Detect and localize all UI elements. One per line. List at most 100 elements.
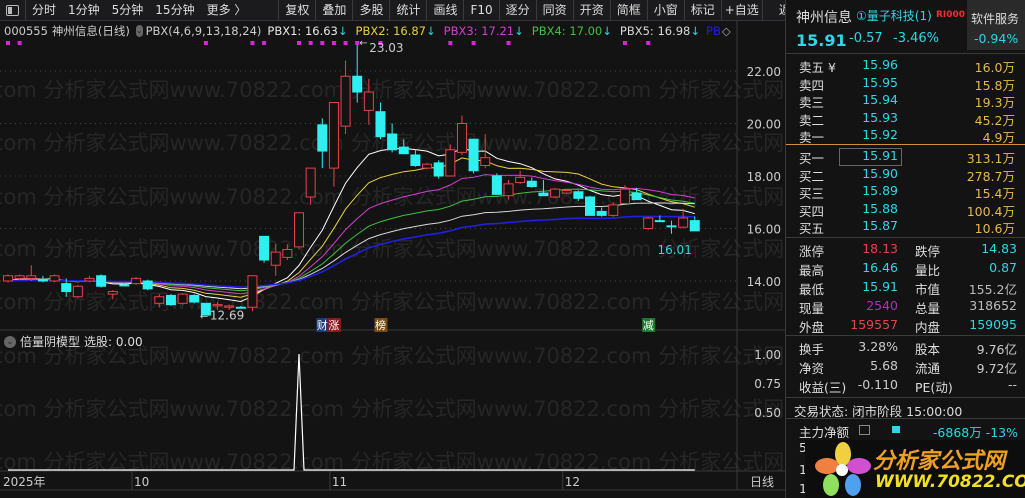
- ask-row[interactable]: 卖一 15.92 4.9万: [786, 127, 1025, 145]
- concept-link[interactable]: ①量子科技(1): [856, 7, 932, 24]
- bid-highlight: [839, 148, 902, 166]
- candle-body: [363, 91, 374, 111]
- candle-body: [585, 196, 595, 216]
- candle-body: [619, 188, 630, 205]
- candle: [259, 235, 270, 263]
- candle: [410, 149, 421, 167]
- candle: [107, 290, 118, 300]
- candle: [643, 216, 654, 230]
- bid-row[interactable]: 买三 15.89 15.4万: [786, 183, 1025, 202]
- candle: [689, 216, 700, 232]
- bid-row[interactable]: 买一 15.91 313.1万: [786, 148, 1025, 166]
- candle: [189, 294, 200, 304]
- period-label[interactable]: 日线: [750, 475, 774, 489]
- price-annotation: 12.69: [210, 308, 244, 322]
- stat-label: 换手: [799, 342, 825, 357]
- candle-body: [433, 162, 444, 177]
- candle-body: [282, 249, 293, 258]
- candle: [666, 220, 677, 234]
- level-price: 15.87: [862, 218, 898, 234]
- level-price: 15.92: [862, 127, 898, 143]
- ask-row[interactable]: 卖四 15.95 15.8万: [786, 75, 1025, 93]
- stat-label: 收益(三): [799, 380, 847, 395]
- stat-label: 市值: [915, 282, 941, 297]
- ask-row[interactable]: 卖三 15.94 19.3万: [786, 92, 1025, 110]
- list-icon[interactable]: [859, 425, 870, 435]
- level-price: 15.90: [862, 165, 898, 181]
- level-volume: 15.8万: [974, 77, 1015, 93]
- stat-value: 159095: [969, 317, 1017, 332]
- candle-body: [212, 304, 223, 307]
- candle: [131, 277, 142, 285]
- x-tick-label: 10: [134, 475, 149, 489]
- y-tick-label: 14.00: [747, 275, 781, 289]
- indicator-title[interactable]: 倍量阴模型: [20, 333, 80, 350]
- level-label: 卖二: [799, 112, 825, 128]
- stat-row: 最低 15.91 市值 155.2亿: [786, 279, 1025, 297]
- candle: [72, 284, 83, 299]
- signal-dot: [6, 41, 10, 45]
- stat-label: 流通: [915, 361, 941, 376]
- x-tick-label: 11: [332, 475, 347, 489]
- bid-row[interactable]: 买五 15.87 10.6万: [786, 218, 1025, 236]
- candle-body: [480, 157, 491, 166]
- bid-row[interactable]: 买二 15.90 278.7万: [786, 165, 1025, 184]
- ask-row[interactable]: 卖五 ¥ 15.96 16.0万: [786, 57, 1025, 75]
- main-net-label: 主力净额: [799, 425, 850, 440]
- price-chart[interactable]: 22.0020.0018.0016.0014.0023.03←12.69←16.…: [0, 0, 785, 498]
- stat-value: 18.13: [862, 241, 898, 256]
- indicator-tick-label: 0.50: [754, 406, 781, 420]
- candle-body: [608, 204, 619, 216]
- event-tag-label: 涨: [328, 319, 339, 332]
- signal-dot: [506, 41, 511, 45]
- candle: [26, 265, 37, 281]
- x-tick-label: 12: [565, 475, 580, 489]
- stat-label: 跌停: [915, 244, 941, 259]
- candle-body: [72, 285, 83, 298]
- pbx1-line: [7, 147, 695, 303]
- candle: [154, 294, 165, 308]
- level-label: 卖四: [799, 77, 825, 93]
- candle: [526, 177, 537, 188]
- candle-body: [26, 275, 37, 279]
- candle-body: [526, 180, 537, 187]
- level-price: 15.94: [862, 92, 898, 108]
- stat-row: 外盘 159557 内盘 159095: [786, 317, 1025, 335]
- level-label: 卖五 ¥: [799, 60, 836, 75]
- candle-body: [189, 294, 200, 303]
- stat-label: 最高: [799, 263, 825, 278]
- ask-row[interactable]: 卖二 15.93 45.2万: [786, 110, 1025, 128]
- event-tag-label: 财: [317, 318, 328, 332]
- level-label: 买四: [799, 203, 825, 219]
- candle-body: [294, 212, 304, 248]
- candle: [363, 78, 374, 125]
- bid-row[interactable]: 买四 15.88 100.4万: [786, 201, 1025, 219]
- candle: [247, 275, 258, 312]
- candle: [596, 207, 607, 217]
- stat-value: 159557: [850, 317, 898, 332]
- signal-dot: [622, 41, 627, 45]
- y-tick-label: 16.00: [747, 223, 781, 237]
- candle-body: [643, 217, 654, 229]
- candle-body: [154, 296, 165, 304]
- price-change-pct: -3.46%: [893, 31, 939, 46]
- level-label: 买三: [799, 186, 825, 202]
- pbx3-line: [7, 174, 695, 295]
- stat-value: 318652: [969, 298, 1017, 313]
- stat-label: 现量: [799, 301, 825, 316]
- indicator-dropdown-icon[interactable]: ⌄: [4, 335, 16, 348]
- candle-body: [84, 277, 95, 282]
- annotation-arrow-icon: ←: [359, 38, 367, 49]
- stat-value: 3.28%: [858, 339, 898, 354]
- candle: [422, 162, 433, 170]
- candle-body: [456, 123, 467, 153]
- candle-body: [37, 279, 48, 282]
- candle: [608, 202, 619, 217]
- candle-body: [49, 275, 60, 282]
- x-tick-label: 2025年: [3, 475, 46, 489]
- candle: [142, 279, 153, 291]
- indicator-signal-line: [8, 353, 695, 471]
- candle: [538, 179, 549, 197]
- stat-row: 换手 3.28% 股本 9.76亿: [786, 339, 1025, 357]
- signal-dot: [471, 41, 476, 45]
